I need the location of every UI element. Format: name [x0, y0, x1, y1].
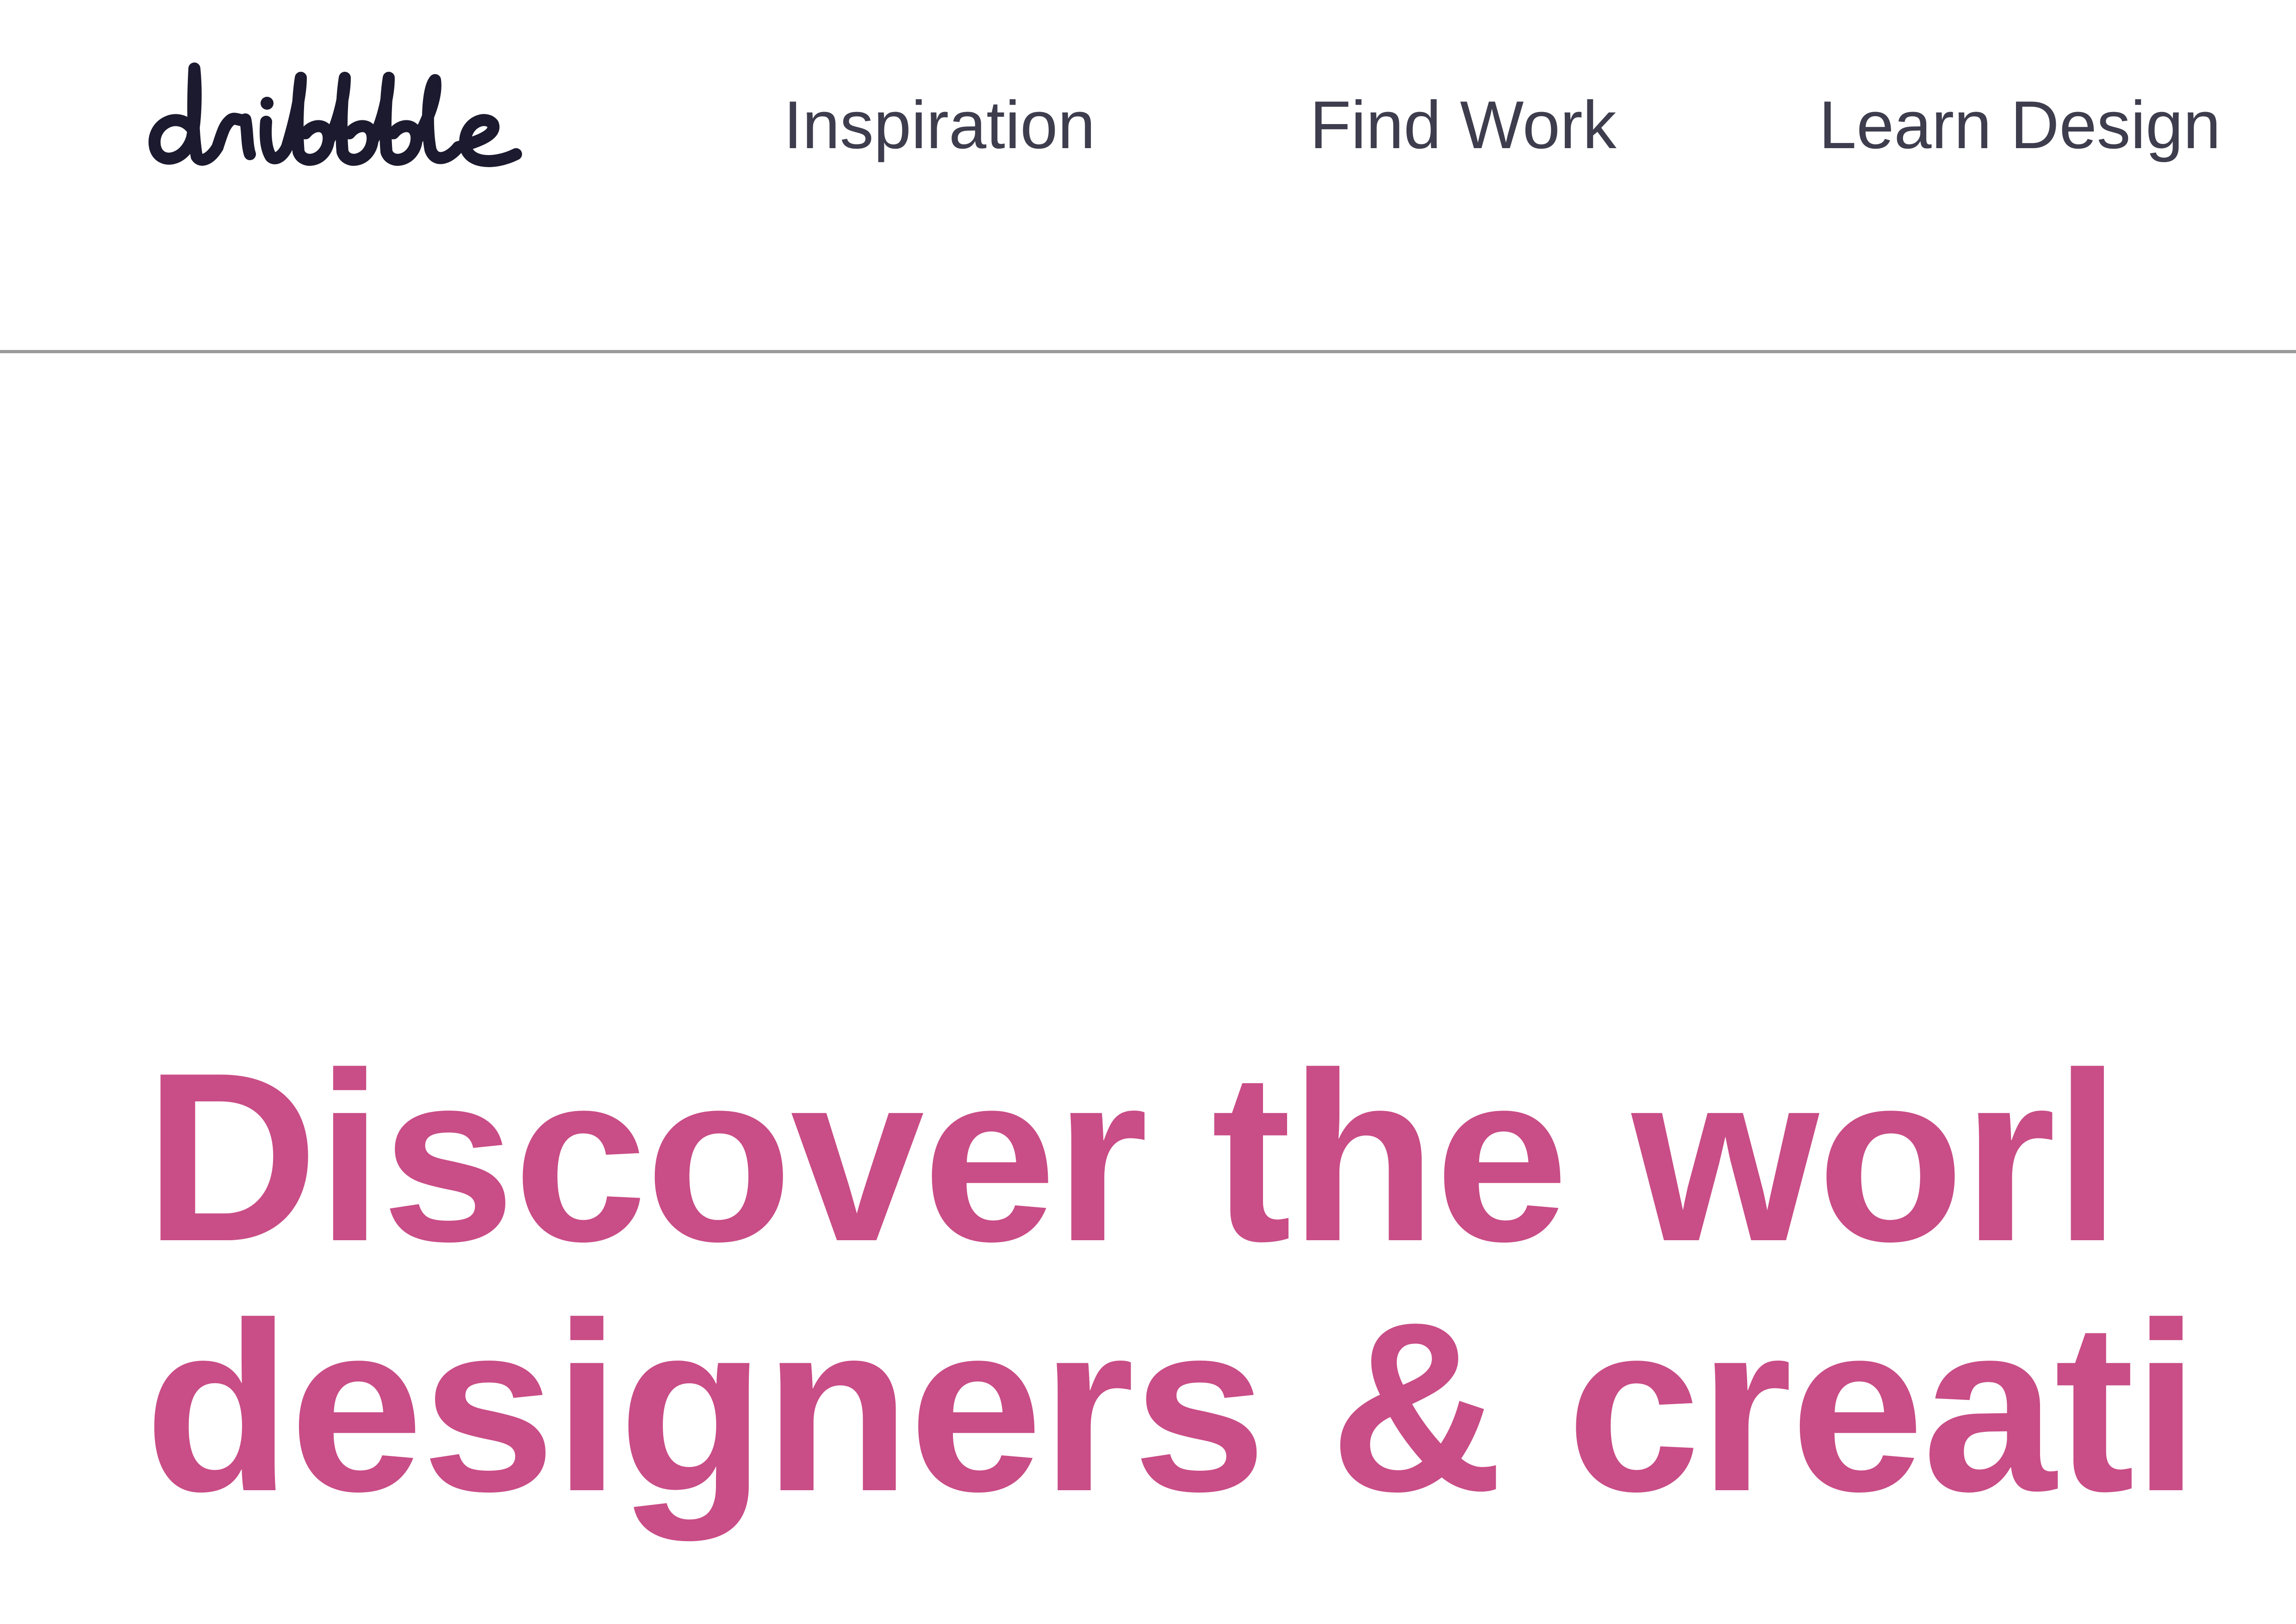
top-nav-bar: Inspiration Find Work Learn Design: [0, 0, 2296, 353]
page: Inspiration Find Work Learn Design Disco…: [0, 0, 2296, 1624]
hero-headline: Discover the worl designers & creati: [144, 1032, 2296, 1532]
nav-item-inspiration[interactable]: Inspiration: [784, 83, 1095, 167]
nav-item-learn-design[interactable]: Learn Design: [1819, 83, 2221, 167]
dribbble-logo-icon: [148, 62, 522, 167]
hero-headline-line-1: Discover the worl: [144, 1032, 2121, 1292]
hero-section: Discover the worl designers & creati: [144, 1032, 2296, 1611]
dribbble-logo[interactable]: [141, 59, 539, 175]
hero-headline-line-2: designers & creati: [144, 1273, 2200, 1542]
nav-item-find-work[interactable]: Find Work: [1310, 83, 1617, 167]
